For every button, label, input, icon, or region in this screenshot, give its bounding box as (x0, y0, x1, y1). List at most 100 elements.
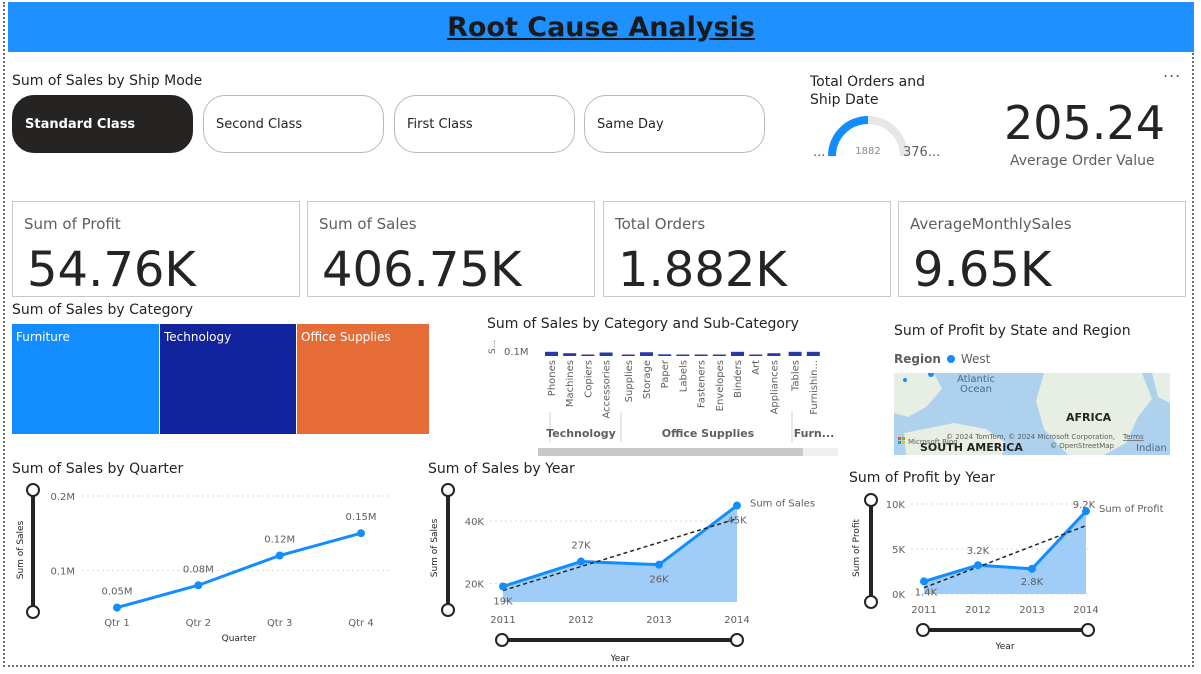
bar[interactable] (676, 354, 690, 357)
year-sales-y-axis-label: Sum of Sales (430, 518, 440, 577)
report-title: Root Cause Analysis (447, 11, 755, 43)
category-treemap-title: Sum of Sales by Category (12, 302, 194, 318)
x-tick-label: Storage (642, 360, 653, 399)
data-point[interactable] (974, 561, 982, 570)
microsoft-logo-icon (898, 437, 901, 440)
ship-mode-standard-class-button[interactable]: Standard Class (12, 95, 193, 153)
bar[interactable] (731, 351, 744, 356)
zoom-slider-handle-bottom[interactable] (864, 595, 878, 609)
treemap-cell-furniture[interactable]: Furniture (12, 324, 159, 434)
zoom-slider-handle-left[interactable] (916, 623, 930, 637)
data-label: 19K (493, 596, 513, 607)
map-osm-link[interactable]: © OpenStreetMap (1050, 442, 1115, 450)
bar[interactable] (621, 354, 635, 357)
gauge-max-label: 376... (903, 145, 940, 160)
treemap-cell-office-supplies[interactable]: Office Supplies (297, 324, 429, 434)
data-point[interactable] (113, 603, 121, 612)
bar[interactable] (563, 353, 577, 356)
bar[interactable] (581, 354, 595, 357)
more-options-icon[interactable]: ... (1163, 62, 1181, 81)
kpi-label: AverageMonthlySales (910, 215, 1072, 233)
bar[interactable] (599, 352, 613, 357)
zoom-slider-handle-bottom[interactable] (441, 603, 455, 617)
y-tick-label: 5K (892, 545, 905, 556)
x-tick-label: 2011 (911, 605, 936, 616)
ship-mode-first-class-button[interactable]: First Class (394, 95, 575, 153)
zoom-slider-handle-top[interactable] (864, 493, 878, 507)
data-point[interactable] (357, 529, 365, 538)
horizontal-scrollbar-thumb[interactable] (538, 448, 803, 456)
year-profit-chart-title: Sum of Profit by Year (849, 470, 996, 486)
zoom-slider-handle-top[interactable] (26, 483, 40, 497)
zoom-slider-handle-right[interactable] (1081, 623, 1095, 637)
aov-value: 205.24 (1004, 96, 1165, 150)
legend-dot-icon (946, 355, 955, 363)
map-legend-item[interactable]: West (961, 352, 991, 366)
subcategory-y-axis-label: S... (488, 340, 498, 354)
x-tick-label: 2013 (646, 615, 671, 626)
zoom-slider-handle-left[interactable] (495, 633, 509, 647)
x-tick-label: Supplies (624, 360, 635, 402)
map-terms-link[interactable]: Terms (1122, 433, 1144, 441)
x-tick-label: Phones (547, 360, 558, 396)
bar[interactable] (806, 351, 820, 356)
map-legend-title: Region (894, 352, 941, 366)
gauge-chart: ... 1882 376... (813, 116, 940, 160)
bar[interactable] (788, 351, 802, 356)
data-label: 0.05M (102, 587, 133, 598)
x-tick-label: 2011 (490, 615, 515, 626)
microsoft-logo-icon (902, 437, 905, 440)
data-label: 27K (571, 541, 591, 552)
map-data-point[interactable] (903, 378, 907, 382)
map-label-africa: AFRICA (1066, 411, 1112, 424)
bar[interactable] (749, 354, 763, 357)
quarter-chart-title: Sum of Sales by Quarter (12, 461, 184, 477)
data-label: 0.08M (183, 564, 214, 575)
data-point[interactable] (733, 501, 741, 510)
x-tick-label: Furnishin... (809, 360, 820, 415)
quarter-x-axis-label: Quarter (222, 634, 257, 644)
x-tick-label: Qtr 4 (348, 618, 373, 629)
bar[interactable] (545, 351, 558, 356)
bar[interactable] (767, 353, 781, 356)
gauge-min-label: ... (813, 145, 825, 160)
x-tick-label: Qtr 1 (104, 618, 129, 629)
bar[interactable] (640, 352, 653, 356)
map-title: Sum of Profit by State and Region (894, 323, 1131, 339)
y-tick-label: 0.2M (50, 492, 75, 503)
ship-mode-second-class-button[interactable]: Second Class (203, 95, 384, 153)
zoom-slider-handle-right[interactable] (730, 633, 744, 647)
data-point[interactable] (1028, 564, 1036, 573)
zoom-slider-handle-bottom[interactable] (26, 605, 40, 619)
data-point[interactable] (577, 557, 585, 566)
map-visual[interactable]: Atlantic Ocean AFRICA SOUTH AMERICA Indi… (894, 373, 1170, 455)
x-tick-label: Accessories (602, 360, 613, 419)
data-label: 9.2K (1073, 500, 1096, 511)
subcategory-bar-chart: S... 0.1M Phones Machines Copiers Accessori… (488, 340, 838, 456)
year-sales-area-chart: Sum of Sales 40K 20K 19K 2011 27K 2012 26K 201… (430, 483, 815, 664)
data-point[interactable] (499, 582, 507, 591)
kpi-card-monthly-sales: AverageMonthlySales 9.65K (898, 201, 1186, 298)
year-sales-chart-title: Sum of Sales by Year (428, 461, 575, 477)
data-point[interactable] (920, 577, 928, 586)
x-tick-label: Machines (565, 360, 576, 407)
report-title-bar: Root Cause Analysis (8, 2, 1194, 52)
treemap-cell-technology[interactable]: Technology (160, 324, 296, 434)
zoom-slider-handle-top[interactable] (441, 483, 455, 497)
ship-mode-same-day-button[interactable]: Same Day (584, 95, 765, 153)
x-tick-label: Labels (678, 360, 689, 392)
ship-mode-title: Sum of Sales by Ship Mode (12, 73, 203, 89)
x-tick-label: Fasteners (697, 360, 708, 408)
bar[interactable] (712, 354, 726, 357)
year-sales-x-axis-label: Year (609, 654, 629, 664)
x-tick-label: Qtr 2 (186, 618, 211, 629)
data-point[interactable] (194, 581, 203, 590)
data-label: 45K (727, 516, 747, 527)
data-point[interactable] (275, 551, 284, 560)
bar[interactable] (694, 354, 708, 357)
year-profit-y-axis-label: Sum of Profit (852, 519, 862, 578)
bar[interactable] (658, 354, 672, 356)
data-point[interactable] (655, 560, 663, 569)
area-fill (924, 511, 1086, 594)
data-label: 0.15M (346, 512, 377, 523)
